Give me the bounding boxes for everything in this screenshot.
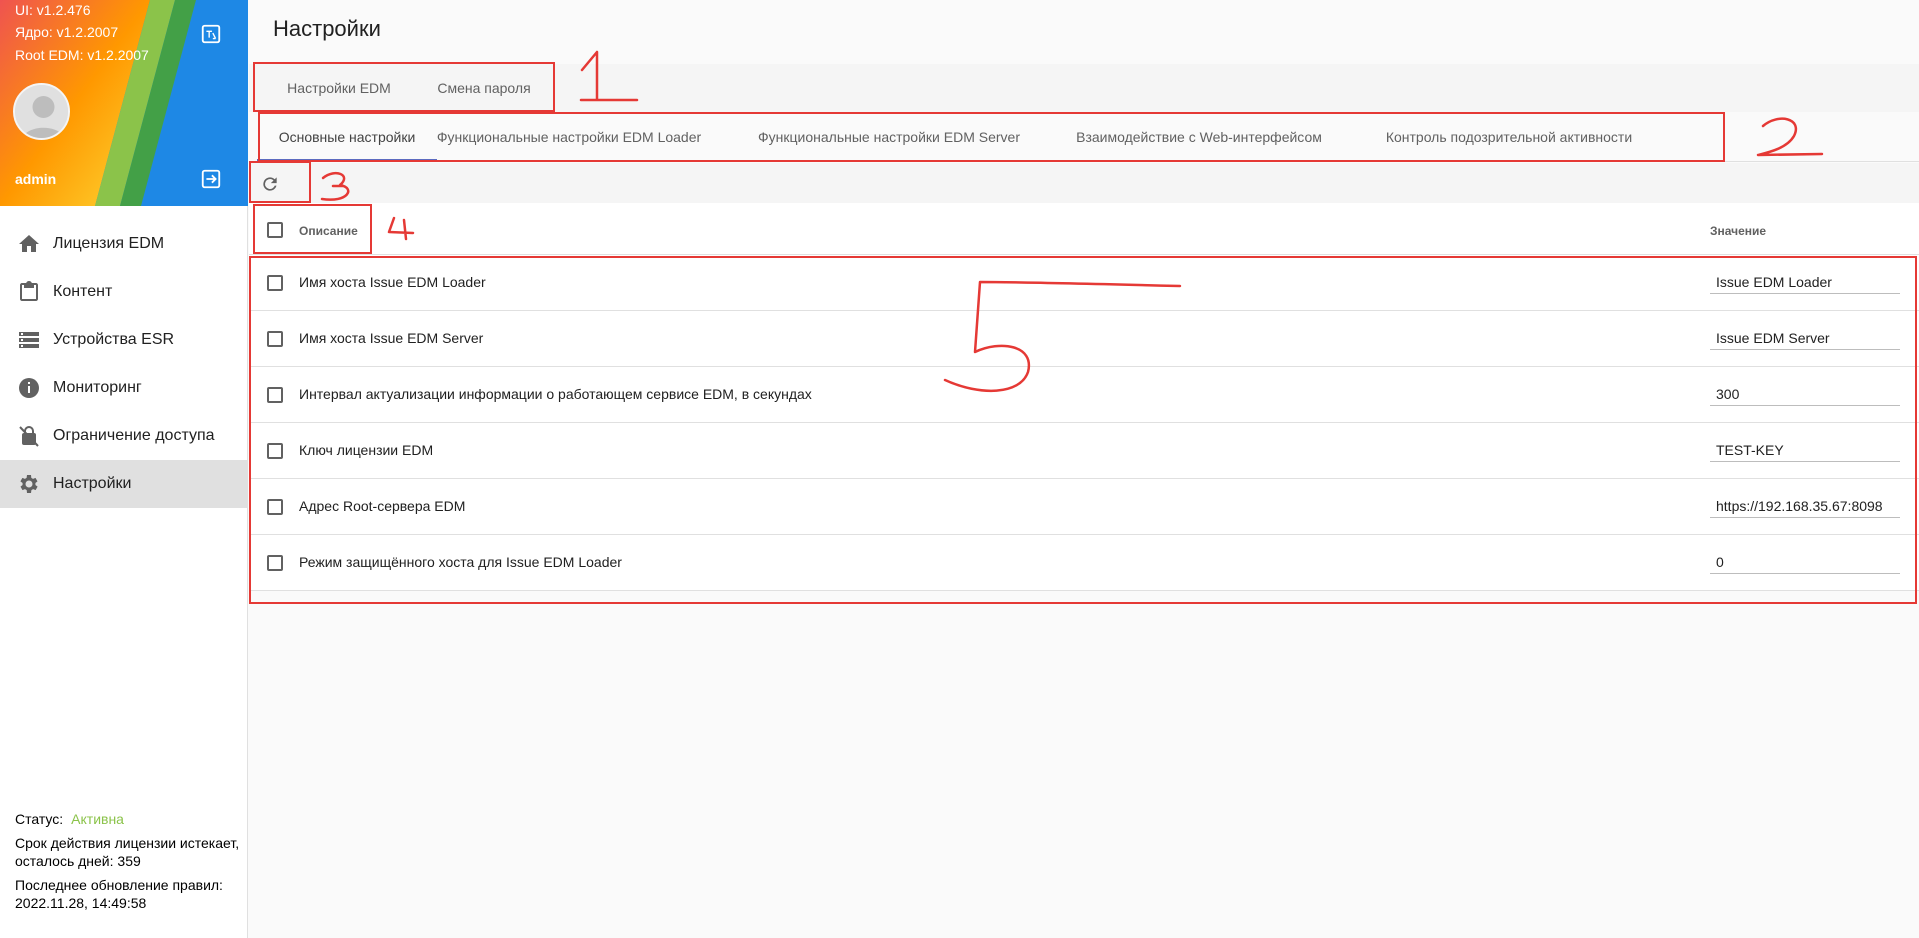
table-row: Интервал актуализации информации о работ… [249,367,1919,423]
tab-web-interface[interactable]: Взаимодействие с Web-интерфейсом [1076,113,1322,161]
setting-value-input[interactable] [1710,494,1900,518]
status-label: Статус: [15,811,64,827]
sidebar-header: UI: v1.2.476 Ядро: v1.2.2007 Root EDM: v… [0,0,248,206]
sidebar: UI: v1.2.476 Ядро: v1.2.2007 Root EDM: v… [0,0,248,938]
select-all-checkbox[interactable] [267,222,283,238]
row-checkbox[interactable] [267,443,283,459]
logout-icon[interactable] [200,168,222,190]
setting-value-input[interactable] [1710,326,1900,350]
column-header-value: Значение [1710,224,1767,238]
sidebar-item-content[interactable]: Контент [0,268,248,316]
tab-change-password[interactable]: Смена пароля [424,64,544,112]
refresh-button[interactable] [255,169,285,199]
username: admin [15,171,57,187]
row-checkbox[interactable] [267,499,283,515]
license-status-panel: Статус: Активна Срок действия лицензии ис… [15,810,243,918]
license-expiry-text: Срок действия лицензии истекает, осталос… [15,835,240,869]
column-header-description: Описание [299,224,358,238]
gear-icon [20,475,38,493]
status-badge: Активна [71,811,124,827]
setting-description: Режим защищённого хоста для Issue EDM Lo… [299,554,622,570]
table-row: Режим защищённого хоста для Issue EDM Lo… [249,535,1919,591]
setting-value-input[interactable] [1710,438,1900,462]
translate-icon[interactable] [200,23,222,45]
version-ui: UI: v1.2.476 [15,2,91,18]
lock-off-icon [19,426,39,447]
page-title: Настройки [273,16,381,41]
sidebar-item-access-restriction[interactable]: Ограничение доступа [0,412,248,460]
table-row: Имя хоста Issue EDM Server [249,311,1919,367]
settings-table: Описание Значение Имя хоста Issue EDM Lo… [249,203,1919,591]
status-line: Статус: Активна [15,810,243,828]
settings-sub-tabs: Основные настройки Функциональные настро… [249,113,1919,162]
setting-value-input[interactable] [1710,270,1900,294]
sidebar-item-label: Настройки [53,475,132,492]
sidebar-item-label: Мониторинг [53,379,142,396]
tab-edm-server-settings[interactable]: Функциональные настройки EDM Server [758,113,1020,161]
table-row: Имя хоста Issue EDM Loader [249,255,1919,311]
setting-value-input[interactable] [1710,550,1900,574]
tab-edm-settings[interactable]: Настройки EDM [264,64,414,112]
sidebar-item-monitoring[interactable]: Мониторинг [0,364,248,412]
home-icon [19,235,39,252]
sidebar-nav: Лицензия EDM Контент Устройства ESR Мони… [0,220,248,508]
server-list-icon [19,332,39,348]
setting-description: Имя хоста Issue EDM Loader [299,274,486,290]
refresh-icon [263,177,277,191]
row-checkbox[interactable] [267,387,283,403]
row-checkbox[interactable] [267,275,283,291]
info-icon [19,378,39,398]
sidebar-item-label: Лицензия EDM [53,235,165,252]
table-toolbar [249,163,1919,203]
top-tabs: Настройки EDM Смена пароля [249,64,1919,112]
table-row: Ключ лицензии EDM [249,423,1919,479]
table-row: Адрес Root-сервера EDM [249,479,1919,535]
tab-suspicious-activity[interactable]: Контроль подозрительной активности [1377,113,1641,161]
sidebar-item-label: Ограничение доступа [53,427,215,444]
version-core: Ядро: v1.2.2007 [15,24,119,40]
clipboard-icon [20,281,38,301]
setting-description: Имя хоста Issue EDM Server [299,330,484,346]
table-header: Описание Значение [249,203,1919,255]
sidebar-item-settings[interactable]: Настройки [0,460,248,508]
sidebar-item-license[interactable]: Лицензия EDM [0,220,248,268]
main-content: Настройки Настройки EDM Смена пароля Осн… [249,0,1919,938]
version-root-edm: Root EDM: v1.2.2007 [15,47,149,63]
sidebar-item-esr-devices[interactable]: Устройства ESR [0,316,248,364]
setting-description: Интервал актуализации информации о работ… [299,386,812,402]
row-checkbox[interactable] [267,555,283,571]
row-checkbox[interactable] [267,331,283,347]
sidebar-item-label: Устройства ESR [53,331,175,348]
tab-basic-settings[interactable]: Основные настройки [257,113,437,161]
setting-value-input[interactable] [1710,382,1900,406]
setting-description: Ключ лицензии EDM [299,442,434,458]
sidebar-item-label: Контент [53,283,113,300]
setting-description: Адрес Root-сервера EDM [299,498,466,514]
rules-update-text: Последнее обновление правил: 2022.11.28,… [15,877,223,911]
tab-edm-loader-settings[interactable]: Функциональные настройки EDM Loader [437,113,701,161]
avatar [13,83,70,140]
